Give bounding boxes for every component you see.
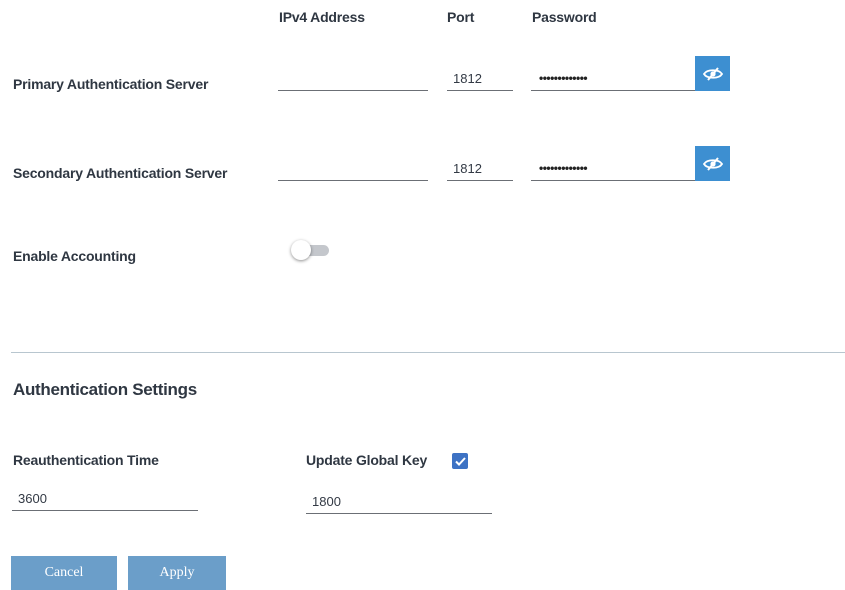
eye-slash-icon xyxy=(702,156,723,171)
secondary-server-label: Secondary Authentication Server xyxy=(13,165,228,181)
secondary-ipv4-field[interactable] xyxy=(278,157,428,181)
global-key-input[interactable] xyxy=(306,490,492,512)
primary-port-input[interactable] xyxy=(447,67,513,89)
primary-password-mask: ••••••••••••• xyxy=(539,71,588,85)
primary-server-label: Primary Authentication Server xyxy=(13,76,209,92)
primary-ipv4-input[interactable] xyxy=(278,67,428,89)
update-global-key-checkbox[interactable] xyxy=(452,453,468,469)
secondary-ipv4-input[interactable] xyxy=(278,157,428,179)
enable-accounting-label: Enable Accounting xyxy=(13,248,136,264)
reauth-time-label: Reauthentication Time xyxy=(13,452,159,468)
reauth-time-field[interactable] xyxy=(12,487,198,511)
column-header-port: Port xyxy=(447,9,475,25)
secondary-port-field[interactable] xyxy=(447,157,513,181)
checkmark-icon xyxy=(454,456,466,466)
primary-password-toggle-button[interactable] xyxy=(695,56,730,91)
reauth-time-input[interactable] xyxy=(12,487,198,509)
secondary-password-mask: ••••••••••••• xyxy=(539,161,588,175)
column-header-ipv4: IPv4 Address xyxy=(279,9,365,25)
global-key-field[interactable] xyxy=(306,490,492,514)
primary-ipv4-field[interactable] xyxy=(278,67,428,91)
primary-password-field[interactable]: ••••••••••••• xyxy=(531,67,695,91)
section-divider xyxy=(11,352,845,353)
secondary-password-toggle-button[interactable] xyxy=(695,146,730,181)
enable-accounting-toggle[interactable] xyxy=(291,240,331,260)
secondary-port-input[interactable] xyxy=(447,157,513,179)
toggle-knob xyxy=(291,240,311,260)
cancel-button[interactable]: Cancel xyxy=(11,556,117,590)
auth-settings-title: Authentication Settings xyxy=(13,380,197,399)
secondary-password-field[interactable]: ••••••••••••• xyxy=(531,157,695,181)
update-global-key-label: Update Global Key xyxy=(306,452,428,468)
eye-slash-icon xyxy=(702,66,723,81)
primary-port-field[interactable] xyxy=(447,67,513,91)
apply-button[interactable]: Apply xyxy=(128,556,226,590)
column-header-password: Password xyxy=(532,9,597,25)
